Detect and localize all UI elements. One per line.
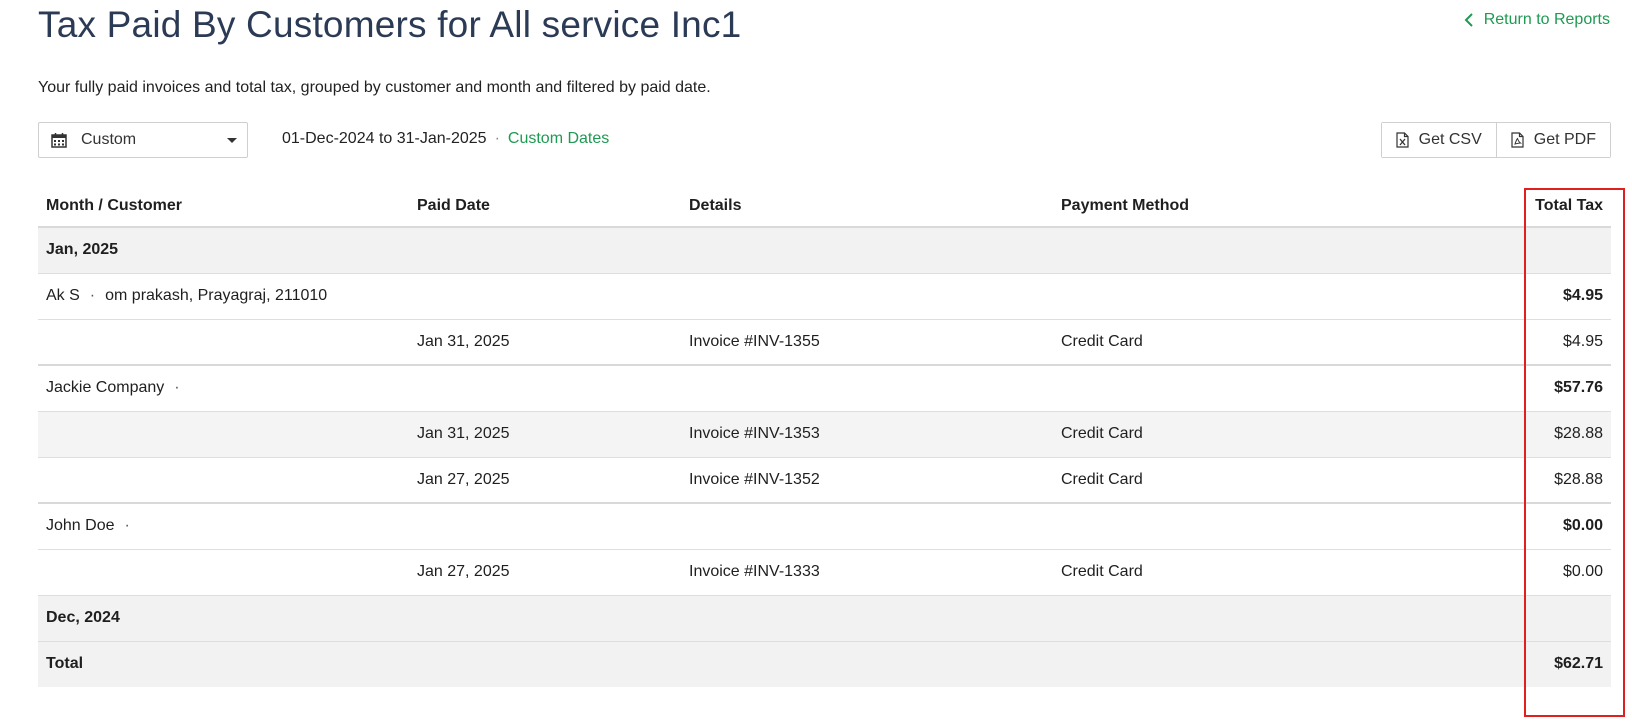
column-header-month-customer: Month / Customer [38, 186, 409, 228]
invoice-tax: $4.95 [1425, 319, 1611, 366]
get-csv-label: Get CSV [1418, 131, 1482, 148]
column-header-payment-method: Payment Method [1053, 186, 1425, 228]
invoice-details: Invoice #INV-1352 [681, 457, 1053, 504]
invoice-details: Invoice #INV-1355 [681, 319, 1053, 366]
paid-date: Jan 27, 2025 [409, 457, 681, 504]
file-excel-icon [1396, 132, 1409, 148]
paid-date: Jan 31, 2025 [409, 319, 681, 366]
invoice-details: Invoice #INV-1353 [681, 411, 1053, 458]
export-button-group: Get CSV Get PDF [1380, 122, 1611, 158]
customer-total-tax: $0.00 [1425, 503, 1611, 550]
customer-name: John Doe [46, 517, 115, 535]
page-title: Tax Paid By Customers for All service In… [38, 4, 742, 45]
get-csv-button[interactable]: Get CSV [1381, 123, 1496, 157]
separator-dot: · [174, 379, 180, 397]
date-range-text: 01-Dec-2024 to 31-Jan-2025 [282, 130, 487, 147]
customer-address: om prakash, Prayagraj, 211010 [105, 287, 328, 304]
date-range-select[interactable]: Custom [38, 122, 248, 158]
report-description: Your fully paid invoices and total tax, … [38, 79, 711, 96]
column-header-total-tax: Total Tax [1425, 186, 1611, 228]
tax-report-table: Month / Customer Paid Date Details Payme… [38, 186, 1611, 687]
paid-date: Jan 27, 2025 [409, 549, 681, 596]
payment-method: Credit Card [1053, 457, 1425, 504]
get-pdf-label: Get PDF [1533, 131, 1596, 148]
total-label: Total [38, 641, 409, 687]
customer-name: Jackie Company [46, 379, 165, 397]
column-header-paid-date: Paid Date [409, 186, 681, 228]
customer-total-tax: $57.76 [1425, 365, 1611, 412]
invoice-tax: $28.88 [1425, 411, 1611, 458]
customer-row: John Doe · $0.00 [38, 503, 1611, 550]
invoice-row: Jan 27, 2025 Invoice #INV-1333 Credit Ca… [38, 549, 1611, 596]
customer-total-tax: $4.95 [1425, 273, 1611, 320]
invoice-row: Jan 31, 2025 Invoice #INV-1355 Credit Ca… [38, 319, 1611, 366]
invoice-row: Jan 31, 2025 Invoice #INV-1353 Credit Ca… [38, 411, 1611, 458]
customer-row: Jackie Company · $57.76 [38, 365, 1611, 412]
date-range-display: 01-Dec-2024 to 31-Jan-2025 · Custom Date… [282, 130, 609, 148]
separator-dot: · [494, 130, 500, 147]
customer-cell: Ak S · om prakash, Prayagraj, 211010 [38, 273, 409, 320]
month-label: Jan, 2025 [38, 227, 409, 274]
invoice-tax: $0.00 [1425, 549, 1611, 596]
invoice-row: Jan 27, 2025 Invoice #INV-1352 Credit Ca… [38, 457, 1611, 504]
get-pdf-button[interactable]: Get PDF [1495, 123, 1610, 157]
payment-method: Credit Card [1053, 319, 1425, 366]
chevron-left-icon [1464, 13, 1473, 27]
grand-total-tax: $62.71 [1425, 641, 1611, 687]
return-to-reports-link[interactable]: Return to Reports [1464, 11, 1610, 29]
customer-cell: John Doe · [38, 503, 409, 550]
month-row: Dec, 2024 [38, 595, 1611, 642]
grand-total-row: Total $62.71 [38, 641, 1611, 687]
separator-dot: · [124, 517, 130, 535]
custom-dates-link[interactable]: Custom Dates [508, 130, 609, 148]
payment-method: Credit Card [1053, 549, 1425, 596]
invoice-tax: $28.88 [1425, 457, 1611, 504]
customer-row: Ak S · om prakash, Prayagraj, 211010 $4.95 [38, 273, 1611, 320]
calendar-icon [51, 133, 67, 148]
customer-name: Ak S [46, 287, 80, 304]
separator-dot: · [89, 287, 96, 304]
month-row: Jan, 2025 [38, 227, 1611, 274]
report-toolbar: Custom 01-Dec-2024 to 31-Jan-2025 · Cust… [38, 122, 1611, 158]
table-header-row: Month / Customer Paid Date Details Payme… [38, 186, 1611, 228]
column-header-details: Details [681, 186, 1053, 228]
paid-date: Jan 31, 2025 [409, 411, 681, 458]
file-pdf-icon [1511, 132, 1524, 148]
date-range-select-value: Custom [81, 131, 137, 148]
caret-down-icon [227, 138, 237, 143]
return-link-label: Return to Reports [1483, 11, 1610, 28]
payment-method: Credit Card [1053, 411, 1425, 458]
invoice-details: Invoice #INV-1333 [681, 549, 1053, 596]
customer-cell: Jackie Company · [38, 365, 409, 412]
month-label: Dec, 2024 [38, 595, 409, 642]
